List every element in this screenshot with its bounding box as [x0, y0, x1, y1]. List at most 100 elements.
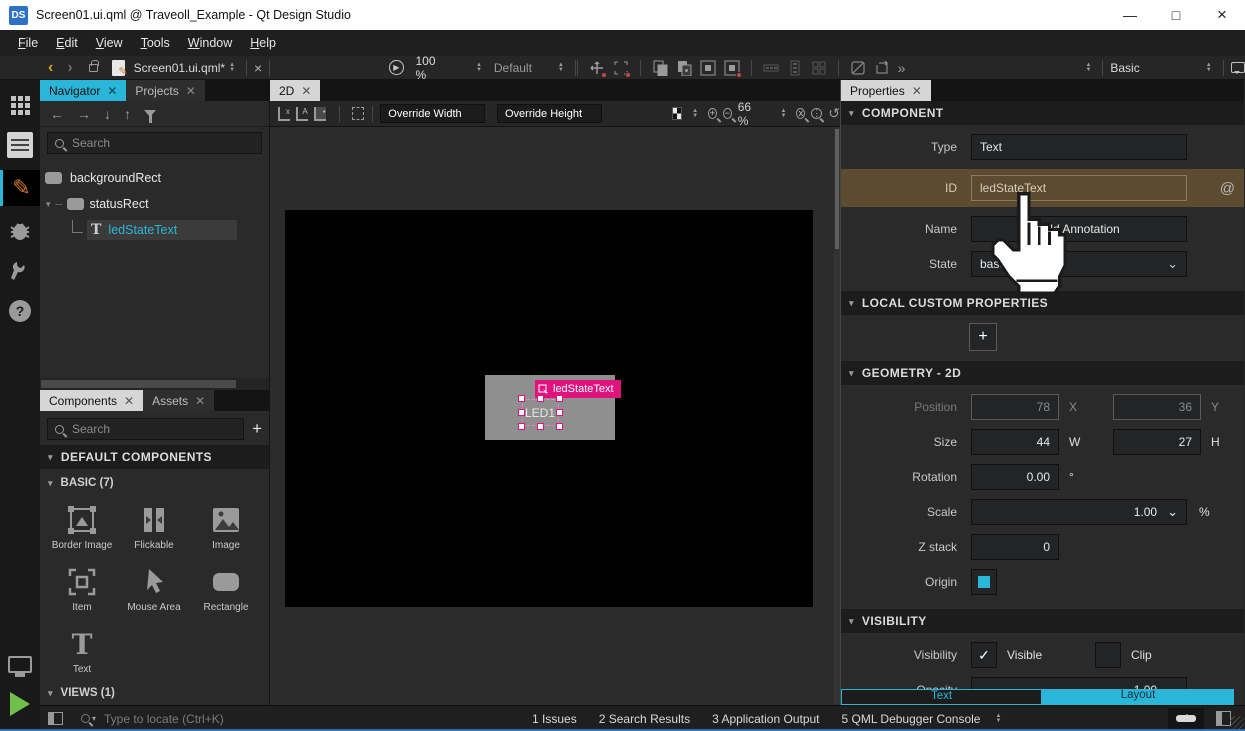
- background-checker-icon[interactable]: [672, 107, 682, 120]
- debug-mode-icon[interactable]: [5, 216, 35, 246]
- tools-mode-icon[interactable]: [5, 256, 35, 286]
- copy-style-icon[interactable]: [652, 60, 668, 76]
- output-pane-application-output[interactable]: 3 Application Output: [701, 712, 830, 726]
- component-border-image[interactable]: Border Image: [46, 497, 118, 559]
- list-view-icon[interactable]: [787, 60, 803, 76]
- toggle-right-sidebar-icon[interactable]: [1216, 711, 1231, 726]
- tree-item-statusrect[interactable]: ▾– statusRect: [40, 191, 269, 217]
- file-spinner[interactable]: ▲▼: [229, 63, 235, 73]
- menu-view[interactable]: View: [88, 32, 131, 54]
- visible-checkbox[interactable]: ✓: [971, 642, 997, 668]
- run-button[interactable]: [5, 689, 35, 719]
- components-section-header[interactable]: ▾DEFAULT COMPONENTS: [40, 445, 269, 469]
- tree-item-ledstatetext[interactable]: T ledStateText: [40, 217, 269, 243]
- selection-label[interactable]: ledStateText: [535, 380, 621, 398]
- state-dropdown[interactable]: base ⌄: [971, 251, 1187, 277]
- reset-view-icon[interactable]: ↺: [828, 105, 840, 122]
- kit-selector-icon[interactable]: [5, 649, 35, 679]
- move-down-icon[interactable]: ↓: [104, 106, 111, 122]
- output-pane-issues[interactable]: 1 Issues: [521, 712, 588, 726]
- navigator-hscrollbar[interactable]: [40, 378, 269, 390]
- add-custom-property-button[interactable]: +: [969, 323, 997, 351]
- background-spinner[interactable]: ▲▼: [692, 109, 698, 119]
- edit-mode-icon[interactable]: [5, 130, 35, 160]
- tab-assets[interactable]: Assets✕: [143, 390, 214, 411]
- tab-2d[interactable]: 2D✕: [270, 80, 320, 101]
- add-module-button[interactable]: +: [252, 419, 262, 439]
- zstack-field[interactable]: 0: [971, 534, 1059, 560]
- design-mode-icon[interactable]: ✎: [0, 170, 40, 206]
- output-pane-search-results[interactable]: 2 Search Results: [588, 712, 701, 726]
- root-item-canvas[interactable]: ledStateText LED1: [285, 210, 813, 607]
- style-spinner[interactable]: ▲▼: [558, 63, 564, 73]
- move-left-icon[interactable]: ←: [50, 106, 64, 122]
- paste-style-icon[interactable]: [676, 60, 692, 76]
- menu-file[interactable]: File: [10, 32, 46, 54]
- style-dropdown[interactable]: Default: [494, 61, 532, 75]
- show-annotations-toggle-icon[interactable]: A: [296, 107, 308, 121]
- origin-button[interactable]: [971, 569, 997, 595]
- override-width-field[interactable]: Override Width: [380, 104, 485, 123]
- components-group-views[interactable]: ▾VIEWS (1): [40, 683, 269, 703]
- close-icon[interactable]: ✕: [124, 394, 134, 408]
- reformat-icon[interactable]: [874, 60, 890, 76]
- kit-status-icon[interactable]: [1168, 708, 1204, 730]
- locator-input[interactable]: ▾ Type to locate (Ctrl+K): [81, 712, 521, 726]
- close-icon[interactable]: ✕: [107, 84, 117, 98]
- canvas-outline-icon[interactable]: [352, 107, 363, 120]
- preview-zoom-value[interactable]: 100 %: [416, 54, 448, 82]
- tab-projects[interactable]: Projects✕: [126, 80, 204, 101]
- override-reset-icon[interactable]: [724, 60, 740, 76]
- export-selection-icon[interactable]: [613, 60, 629, 76]
- feedback-icon[interactable]: [1231, 62, 1245, 73]
- component-image[interactable]: Image: [190, 497, 262, 559]
- 2d-canvas-area[interactable]: ledStateText LED1: [270, 127, 840, 705]
- section-local-custom[interactable]: ▾LOCAL CUSTOM PROPERTIES: [841, 291, 1244, 315]
- opacity-field[interactable]: 1.00 ⌄: [971, 677, 1187, 689]
- maximize-button[interactable]: □: [1153, 0, 1199, 30]
- show-bounding-toggle-icon[interactable]: x: [278, 107, 290, 121]
- components-group-basic[interactable]: ▾BASIC (7): [40, 469, 269, 497]
- timeline-icon[interactable]: [763, 60, 779, 76]
- nav-back-icon[interactable]: ‹: [48, 59, 53, 77]
- open-file-name[interactable]: Screen01.ui.qml*: [134, 61, 225, 75]
- expand-arrow-icon[interactable]: ▾: [46, 199, 51, 210]
- scale-field[interactable]: 1.00 ⌄: [971, 499, 1187, 525]
- move-right-icon[interactable]: →: [77, 106, 91, 122]
- output-pane-spinner[interactable]: ▲▼: [995, 714, 1001, 724]
- tab-components[interactable]: Components✕: [40, 390, 143, 411]
- zoom-fit-icon[interactable]: ⋮: [811, 108, 822, 119]
- move-up-icon[interactable]: ↑: [124, 106, 131, 122]
- close-icon[interactable]: ✕: [186, 84, 196, 98]
- welcome-mode-icon[interactable]: [5, 90, 35, 120]
- lock-icon[interactable]: [89, 64, 99, 72]
- zoom-in-icon[interactable]: +: [708, 108, 717, 119]
- zoom-selection-icon[interactable]: x: [796, 108, 805, 119]
- close-icon[interactable]: ✕: [301, 84, 311, 98]
- toolbar-overflow[interactable]: »: [898, 60, 906, 76]
- close-icon[interactable]: ✕: [912, 84, 922, 98]
- output-pane-qml-debugger[interactable]: 5 QML Debugger Console: [831, 712, 992, 726]
- nav-forward-icon[interactable]: ›: [67, 59, 72, 77]
- zoom-out-icon[interactable]: −: [723, 108, 732, 119]
- size-h-field[interactable]: 27: [1113, 429, 1201, 455]
- snap-toggle-icon[interactable]: ▪: [314, 107, 326, 121]
- kit-dropdown[interactable]: Basic: [1110, 61, 1139, 75]
- size-w-field[interactable]: 44: [971, 429, 1059, 455]
- close-icon[interactable]: ✕: [195, 394, 205, 408]
- type-field[interactable]: Text: [971, 134, 1187, 160]
- id-field[interactable]: ledStateText: [971, 175, 1187, 201]
- component-item[interactable]: Item: [46, 559, 118, 621]
- menu-edit[interactable]: Edit: [48, 32, 86, 54]
- filter-icon[interactable]: [144, 110, 156, 117]
- component-flickable[interactable]: Flickable: [118, 497, 190, 559]
- tab-text-properties[interactable]: Text: [841, 689, 1042, 705]
- grid-view-icon[interactable]: [811, 60, 827, 76]
- clip-checkbox[interactable]: [1095, 642, 1121, 668]
- section-component[interactable]: ▾COMPONENT: [841, 101, 1244, 125]
- selected-text-element[interactable]: LED1: [522, 399, 559, 426]
- export-component-icon[interactable]: [589, 60, 605, 76]
- menu-help[interactable]: Help: [242, 32, 284, 54]
- override-outline-icon[interactable]: [700, 60, 716, 76]
- navigator-search-input[interactable]: Search: [47, 132, 262, 154]
